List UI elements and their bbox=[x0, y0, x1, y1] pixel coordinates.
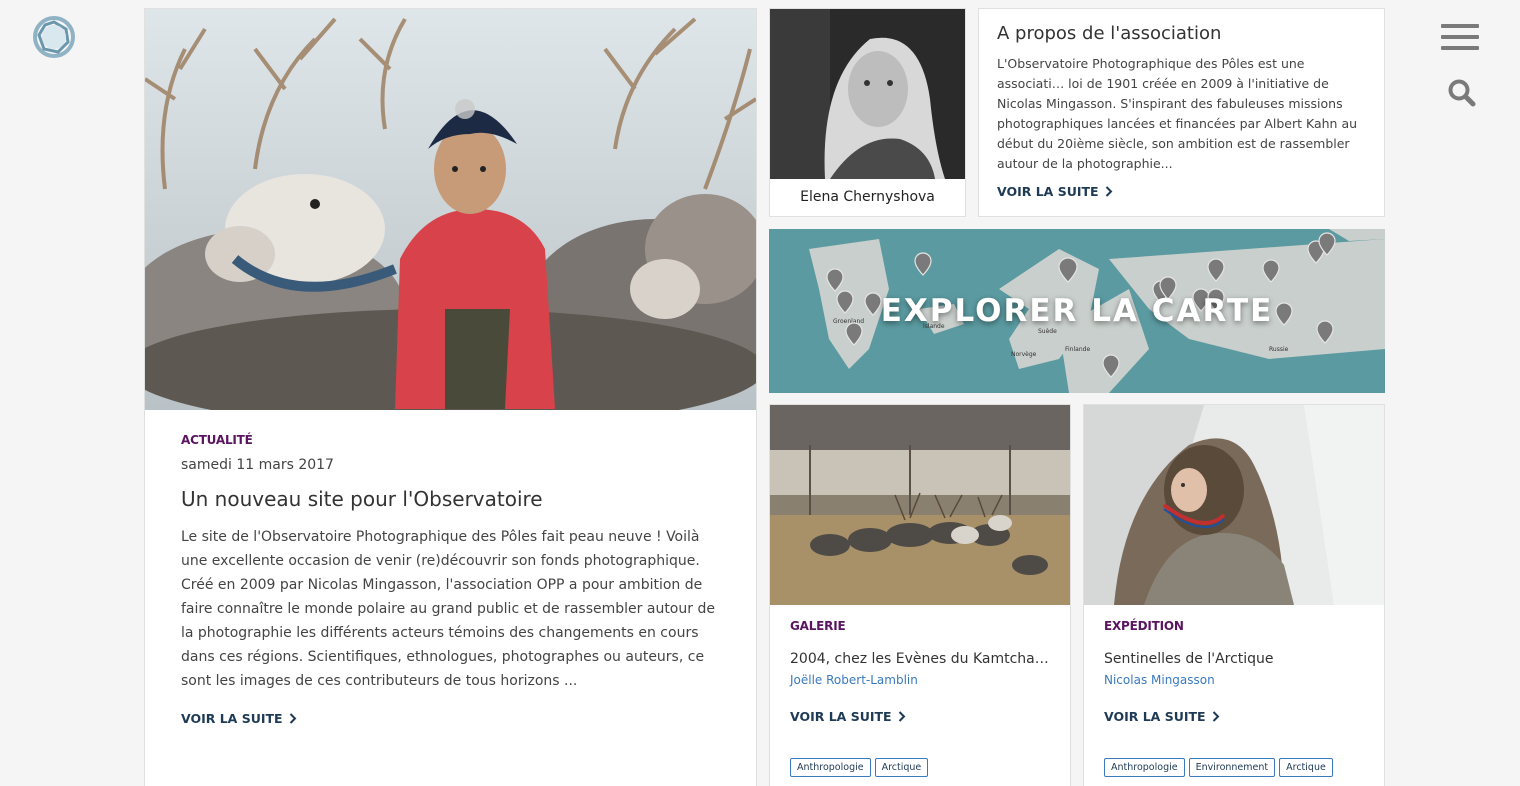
expedition-photo[interactable] bbox=[1084, 405, 1384, 605]
reindeer-herd-photo bbox=[770, 405, 1070, 605]
photographer-card[interactable]: Elena Chernyshova bbox=[769, 8, 966, 217]
chevron-right-icon bbox=[289, 713, 296, 724]
explore-map-label: EXPLORER LA CARTE bbox=[880, 293, 1274, 329]
map-place-label: Finlande bbox=[1065, 346, 1090, 353]
search-button[interactable] bbox=[1447, 78, 1477, 108]
chevron-right-icon bbox=[1105, 186, 1112, 197]
child-in-fur-photo bbox=[1084, 405, 1384, 605]
card-title[interactable]: Sentinelles de l'Arctique bbox=[1104, 651, 1366, 667]
card-category[interactable]: Expédition bbox=[1104, 619, 1366, 633]
expedition-card: Expédition Sentinelles de l'Arctique Nic… bbox=[1083, 404, 1385, 786]
feature-category[interactable]: Actualité bbox=[181, 433, 721, 447]
chevron-right-icon bbox=[898, 711, 905, 722]
expedition-body: Expédition Sentinelles de l'Arctique Nic… bbox=[1104, 619, 1366, 725]
feature-article-card: Actualité samedi 11 mars 2017 Un nouveau… bbox=[144, 8, 757, 786]
tag-anthropologie[interactable]: Anthropologie bbox=[790, 758, 871, 777]
card-title[interactable]: 2004, chez les Evènes du Kamtchatka ... bbox=[790, 651, 1052, 667]
read-more-label: Voir la suite bbox=[1104, 709, 1206, 724]
search-icon bbox=[1448, 79, 1476, 107]
tag-arctique[interactable]: Arctique bbox=[1279, 758, 1333, 777]
tag-arctique[interactable]: Arctique bbox=[874, 758, 929, 777]
about-read-more-link[interactable]: Voir la suite bbox=[997, 184, 1113, 199]
chevron-right-icon bbox=[1212, 711, 1219, 722]
read-more-label: Voir la suite bbox=[181, 711, 283, 726]
feature-photo[interactable] bbox=[145, 9, 756, 410]
hamburger-line bbox=[1441, 35, 1479, 39]
menu-button[interactable] bbox=[1441, 24, 1479, 50]
portrait-photo bbox=[770, 9, 965, 179]
site-logo[interactable] bbox=[32, 12, 78, 62]
map-place-label: Norvège bbox=[1011, 351, 1037, 358]
about-card: A propos de l'association L'Observatoire… bbox=[978, 8, 1385, 217]
map-place-label: Russie bbox=[1269, 346, 1289, 353]
about-title[interactable]: A propos de l'association bbox=[997, 23, 1366, 44]
feature-date: samedi 11 mars 2017 bbox=[181, 457, 334, 473]
card-author-link[interactable]: Joëlle Robert-Lamblin bbox=[790, 673, 1052, 687]
feature-text: Le site de l'Observatoire Photographique… bbox=[181, 529, 715, 689]
card-category[interactable]: Galerie bbox=[790, 619, 1052, 633]
card-tags: Anthropologie Environnement Arctique bbox=[1104, 758, 1333, 777]
photographer-portrait bbox=[770, 9, 965, 179]
card-read-more-link[interactable]: Voir la suite bbox=[1104, 709, 1220, 724]
reindeer-herder-photo bbox=[145, 9, 756, 410]
gallery-body: Galerie 2004, chez les Evènes du Kamtcha… bbox=[790, 619, 1052, 725]
hamburger-icon bbox=[1441, 24, 1479, 28]
photographer-name: Elena Chernyshova bbox=[800, 189, 935, 205]
read-more-label: Voir la suite bbox=[790, 709, 892, 724]
gallery-photo[interactable] bbox=[770, 405, 1070, 605]
card-author-link[interactable]: Nicolas Mingasson bbox=[1104, 673, 1366, 687]
opp-logo-icon bbox=[33, 16, 75, 58]
gallery-card: Galerie 2004, chez les Evènes du Kamtcha… bbox=[769, 404, 1071, 786]
card-read-more-link[interactable]: Voir la suite bbox=[790, 709, 906, 724]
map-place-label: Suède bbox=[1038, 328, 1057, 335]
tag-anthropologie[interactable]: Anthropologie bbox=[1104, 758, 1185, 777]
hamburger-line bbox=[1441, 46, 1479, 50]
feature-read-more-link[interactable]: Voir la suite bbox=[181, 711, 297, 726]
tag-environnement[interactable]: Environnement bbox=[1188, 758, 1276, 777]
card-tags: Anthropologie Arctique bbox=[790, 758, 929, 777]
about-text: L'Observatoire Photographique des Pôles … bbox=[997, 56, 1358, 171]
feature-title[interactable]: Un nouveau site pour l'Observatoire bbox=[181, 487, 721, 511]
read-more-label: Voir la suite bbox=[997, 184, 1099, 199]
explore-map-banner[interactable]: Groenland Islande Suède Norvège Finlande… bbox=[769, 229, 1385, 393]
feature-body: Actualité samedi 11 mars 2017 Un nouveau… bbox=[181, 433, 721, 727]
